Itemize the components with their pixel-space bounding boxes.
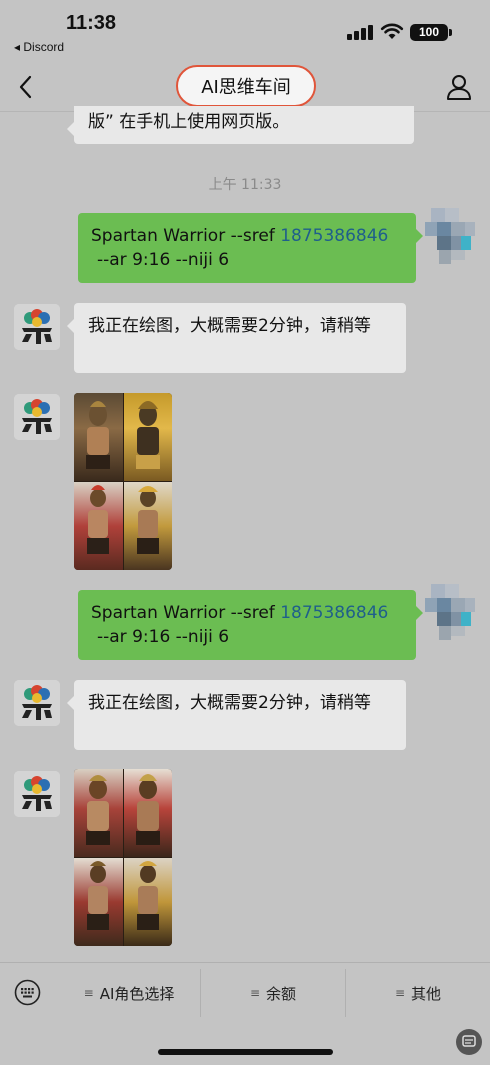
image-tile [123, 482, 172, 570]
message-line: Spartan Warrior --sref 1875386846 [91, 601, 403, 625]
message-text: Spartan Warrior --sref [91, 226, 281, 246]
message-text: 我正在绘图，大概需要2分钟，请稍等 [88, 316, 371, 336]
image-tile [123, 393, 172, 481]
message-timestamp: 上午 11:33 [208, 177, 282, 193]
chevron-left-icon[interactable] [14, 72, 38, 102]
message-line: --ar 9:16 --niji 6 [97, 250, 230, 270]
menu-item-label: 余额 [266, 984, 297, 1003]
bottom-menu-bar: ≡ AI角色选择 ≡ 余额 ≡ 其他 [0, 962, 490, 1065]
menu-item-other[interactable]: ≡ 其他 [346, 963, 490, 1023]
message-line: --ar 9:16 --niji 6 [97, 627, 230, 647]
message-text: 版” 在手机上使用网页版。 [88, 112, 290, 132]
message-bubble-incoming: 我正在绘图，大概需要2分钟，请稍等 [67, 303, 406, 373]
user-avatar[interactable] [425, 584, 475, 640]
bot-avatar[interactable] [14, 771, 60, 817]
image-tile [74, 858, 123, 946]
seed-number-link[interactable]: 1875386846 [280, 603, 388, 623]
user-icon[interactable] [445, 73, 473, 101]
chat-title: AI思维车间 [201, 77, 291, 98]
menu-item-balance[interactable]: ≡ 余额 [201, 963, 345, 1023]
status-time: 11:38 [66, 12, 117, 34]
back-to-discord-link[interactable]: ◂ Discord [14, 40, 64, 54]
message-bubble-outgoing: Spartan Warrior --sref 1875386846 --ar 9… [78, 590, 423, 660]
menu-lines-icon: ≡ [394, 986, 406, 1000]
message-line: Spartan Warrior --sref 1875386846 [91, 224, 403, 248]
home-indicator[interactable] [158, 1049, 333, 1055]
chat-header: AI思维车间 [0, 62, 490, 112]
seed-number-link[interactable]: 1875386846 [280, 226, 388, 246]
generated-image-grid[interactable] [74, 393, 172, 570]
status-bar: 11:38 ◂ Discord 100 [0, 0, 490, 62]
user-avatar[interactable] [425, 208, 475, 264]
message-text: 我正在绘图，大概需要2分钟，请稍等 [88, 693, 371, 713]
message-bubble-incoming: 我正在绘图，大概需要2分钟，请稍等 [67, 680, 406, 750]
signal-icon [347, 24, 375, 40]
message-bubble-outgoing: Spartan Warrior --sref 1875386846 --ar 9… [78, 213, 423, 283]
menu-lines-icon: ≡ [249, 986, 261, 1000]
image-tile [74, 482, 123, 570]
message-bubble-previous: 版” 在手机上使用网页版。 [67, 106, 414, 144]
floating-chat-icon[interactable] [456, 1029, 482, 1055]
image-tile [123, 858, 172, 946]
menu-item-label: AI角色选择 [99, 984, 175, 1003]
message-text: Spartan Warrior --sref [91, 603, 281, 623]
generated-image-grid[interactable] [74, 769, 172, 946]
wifi-icon [380, 23, 404, 39]
menu-lines-icon: ≡ [83, 986, 94, 1000]
menu-item-ai-role[interactable]: ≡ AI角色选择 [58, 963, 200, 1023]
chat-title-container: AI思维车间 [176, 65, 316, 107]
image-tile [74, 393, 123, 481]
bot-avatar[interactable] [14, 394, 60, 440]
menu-item-label: 其他 [411, 984, 442, 1003]
bot-avatar[interactable] [14, 304, 60, 350]
battery-icon: 100 [410, 24, 452, 41]
bot-avatar[interactable] [14, 680, 60, 726]
image-tile [74, 769, 123, 857]
keyboard-icon[interactable] [14, 979, 41, 1006]
image-tile [123, 769, 172, 857]
